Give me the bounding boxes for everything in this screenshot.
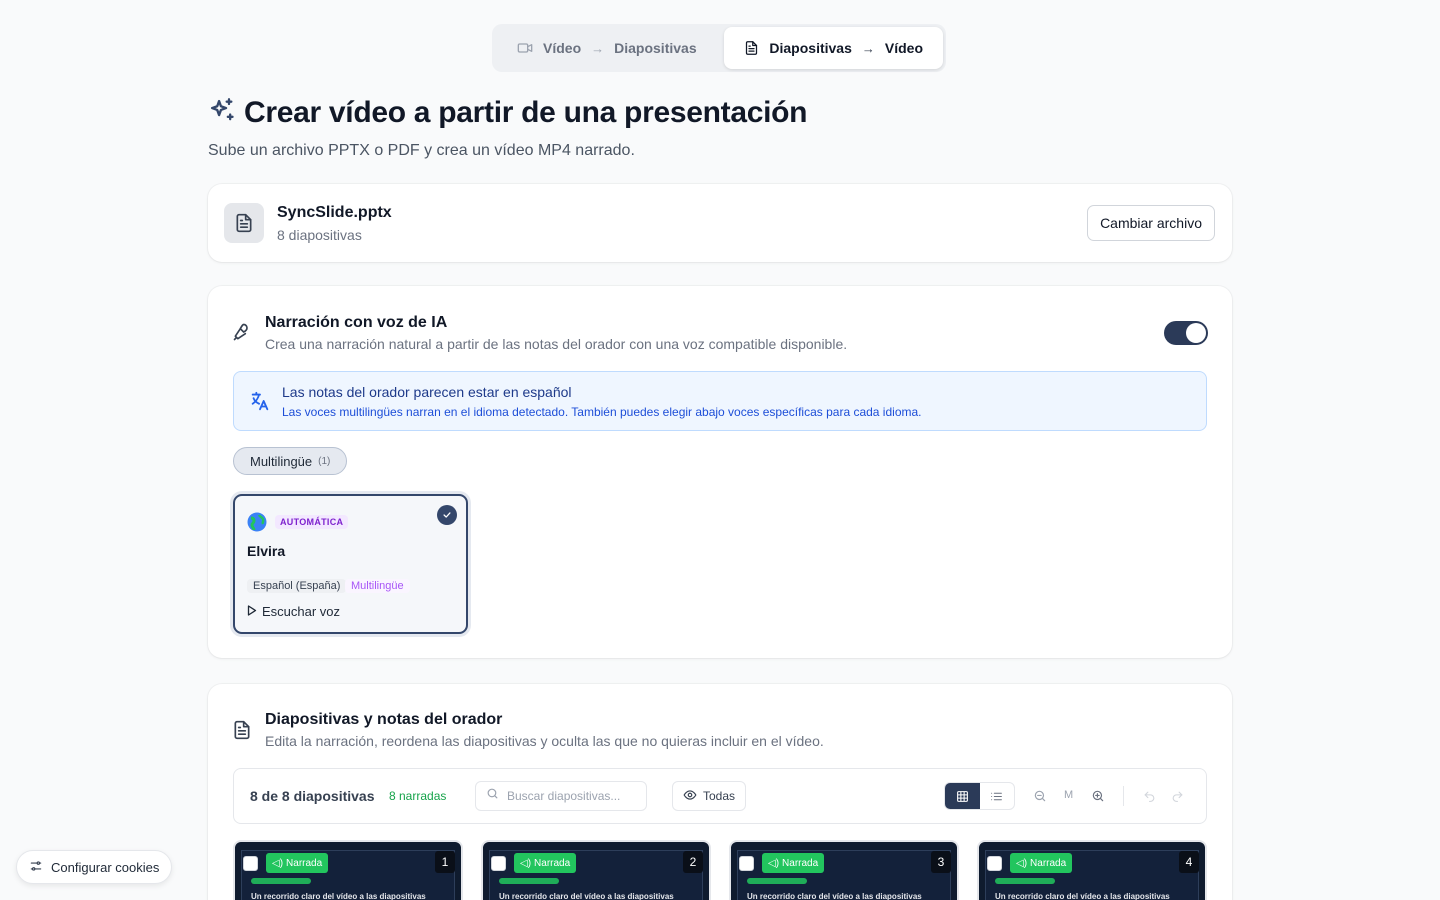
file-slide-count: 8 diapositivas — [277, 227, 362, 243]
page-header: Crear vídeo a partir de una presentación… — [208, 96, 807, 160]
speaker-icon: ◁) — [768, 857, 780, 869]
file-name: SyncSlide.pptx — [277, 204, 392, 221]
mode-switcher: Vídeo → Diapositivas Diapositivas → Víde… — [492, 24, 946, 72]
cookie-settings-label: Configurar cookies — [51, 859, 160, 875]
banner-title: Las notas del orador parecen estar en es… — [282, 384, 572, 400]
check-icon — [437, 505, 457, 525]
search-box — [475, 781, 647, 811]
slide-checkbox[interactable] — [491, 856, 506, 871]
tab-to-label: Vídeo — [884, 40, 923, 56]
translate-icon — [249, 390, 271, 417]
slides-toolbar: 8 de 8 diapositivas 8 narradas Todas M — [233, 768, 1207, 824]
cookie-settings-button[interactable]: Configurar cookies — [16, 850, 173, 884]
sparkles-icon — [208, 97, 236, 130]
slide-caption: Un recorrido claro del vídeo a las diapo… — [747, 892, 922, 900]
slides-description: Edita la narración, reordena las diaposi… — [265, 733, 824, 749]
filter-chip-label: Multilingüe — [250, 453, 313, 469]
page-title: Crear vídeo a partir de una presentación — [244, 96, 808, 129]
play-icon — [247, 604, 257, 619]
slides-count: 8 de 8 diapositivas — [250, 788, 375, 804]
slide-caption: Un recorrido claro del vídeo a las diapo… — [499, 892, 674, 900]
file-card: SyncSlide.pptx 8 diapositivas Cambiar ar… — [208, 184, 1232, 262]
listen-voice-label: Escuchar voz — [262, 604, 341, 619]
document-icon — [232, 720, 252, 745]
slide-number: 1 — [435, 851, 455, 873]
globe-icon — [247, 512, 267, 532]
narrated-badge: ◁) Narrada — [1010, 853, 1073, 873]
eye-icon — [683, 788, 697, 805]
view-mode-toggle — [944, 782, 1015, 810]
slide-pill — [499, 878, 559, 884]
voice-tag: Multilingüe — [345, 579, 410, 593]
slide-pill — [747, 878, 807, 884]
grid-view-button[interactable] — [945, 783, 980, 809]
language-detected-banner: Las notas del orador parecen estar en es… — [233, 371, 1207, 431]
visibility-filter-button[interactable]: Todas — [672, 781, 747, 811]
change-file-button[interactable]: Cambiar archivo — [1087, 205, 1215, 241]
narrated-badge: ◁) Narrada — [514, 853, 577, 873]
slide-caption: Un recorrido claro del vídeo a las diapo… — [251, 892, 426, 900]
voice-filter-multilingual[interactable]: Multilingüe (1) — [233, 447, 348, 475]
slide-thumbnail[interactable]: ◁) Narrada 2 Un recorrido claro del vídeo… — [481, 840, 711, 900]
slide-checkbox[interactable] — [243, 856, 258, 871]
listen-voice-button[interactable]: Escuchar voz — [247, 604, 340, 619]
zoom-level: M — [1064, 789, 1074, 801]
search-input[interactable] — [507, 789, 637, 803]
arrow-right-icon: → — [591, 40, 605, 56]
microphone-icon — [232, 322, 252, 347]
page-subtitle: Sube un archivo PPTX o PDF y crea un víd… — [208, 142, 635, 159]
toolbar-divider — [1123, 786, 1124, 806]
slide-thumbnail[interactable]: ◁) Narrada 3 Un recorrido claro del vídeo… — [729, 840, 959, 900]
video-camera-icon — [517, 40, 533, 56]
speaker-icon: ◁) — [1016, 857, 1028, 869]
narrated-count: 8 narradas — [389, 789, 447, 803]
arrow-right-icon: → — [861, 40, 875, 56]
redo-icon[interactable] — [1169, 788, 1185, 804]
slide-thumbnail[interactable]: ◁) Narrada 4 Un recorrido claro del vídeo… — [977, 840, 1207, 900]
tab-to-label: Diapositivas — [614, 40, 697, 56]
narrated-badge: ◁) Narrada — [266, 853, 329, 873]
document-icon — [744, 40, 759, 56]
slide-checkbox[interactable] — [987, 856, 1002, 871]
slide-number: 3 — [931, 851, 951, 873]
narrated-badge: ◁) Narrada — [762, 853, 825, 873]
undo-icon[interactable] — [1141, 788, 1157, 804]
voice-name: Elvira — [247, 543, 286, 559]
slide-thumbnail[interactable]: ◁) Narrada 1 Un recorrido claro del vídeo… — [233, 840, 463, 900]
tab-slides-to-video[interactable]: Diapositivas → Vídeo — [724, 27, 943, 69]
auto-badge: AUTOMÁTICA — [275, 515, 349, 529]
narration-toggle[interactable] — [1164, 321, 1208, 345]
slide-pill — [251, 878, 311, 884]
slide-number: 4 — [1179, 851, 1199, 873]
zoom-out-icon[interactable] — [1032, 788, 1048, 804]
list-view-button[interactable] — [980, 783, 1015, 809]
voice-language: Español (España) — [247, 579, 347, 593]
slide-caption: Un recorrido claro del vídeo a las diapo… — [995, 892, 1170, 900]
search-icon — [486, 787, 499, 805]
tab-video-to-slides[interactable]: Vídeo → Diapositivas — [495, 27, 719, 69]
speaker-icon: ◁) — [520, 857, 532, 869]
banner-text: Las voces multilingües narran en el idio… — [282, 405, 922, 419]
narration-description: Crea una narración natural a partir de l… — [265, 336, 848, 352]
tab-from-label: Vídeo — [543, 40, 582, 56]
file-icon — [224, 203, 264, 243]
filter-chip-count: (1) — [318, 455, 331, 467]
tab-from-label: Diapositivas — [769, 40, 852, 56]
speaker-icon: ◁) — [272, 857, 284, 869]
voice-card-elvira[interactable]: AUTOMÁTICA Elvira Español (España) Multi… — [233, 494, 468, 634]
narration-title: Narración con voz de IA — [265, 314, 448, 331]
slide-pill — [995, 878, 1055, 884]
zoom-in-icon[interactable] — [1090, 788, 1106, 804]
narration-card: Narración con voz de IA Crea una narraci… — [208, 286, 1232, 658]
slides-card: Diapositivas y notas del orador Edita la… — [208, 684, 1232, 900]
slide-checkbox[interactable] — [739, 856, 754, 871]
slides-title: Diapositivas y notas del orador — [265, 711, 503, 728]
sliders-icon — [29, 859, 43, 876]
slide-number: 2 — [683, 851, 703, 873]
visibility-filter-label: Todas — [703, 789, 736, 803]
